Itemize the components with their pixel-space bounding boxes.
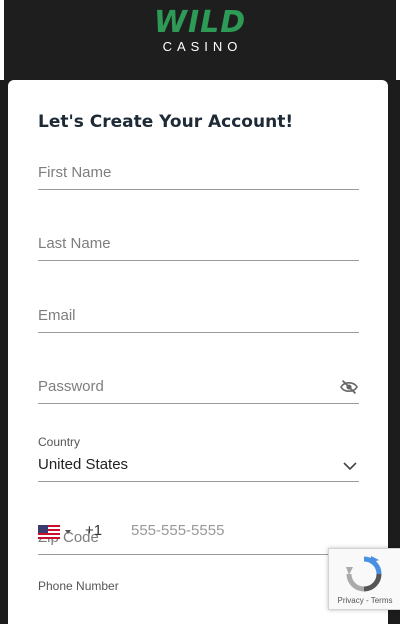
recaptcha-links: Privacy - Terms [329, 596, 400, 605]
recaptcha-terms-link[interactable]: Terms [371, 596, 393, 605]
recaptcha-separator: - [363, 596, 371, 605]
logo-wild-text: WILD [153, 5, 247, 40]
recaptcha-privacy-link[interactable]: Privacy [338, 596, 364, 605]
last-name-placeholder: Last Name [38, 235, 111, 252]
phone-placeholder[interactable]: 555-555-5555 [131, 522, 224, 539]
logo-casino-text: CASINO [162, 39, 243, 54]
email-field[interactable]: Email [38, 293, 359, 333]
password-placeholder: Password [38, 378, 104, 395]
phone-input-row[interactable]: +1 555-555-5555 [38, 520, 338, 544]
country-selected-value: United States [38, 456, 129, 473]
caret-down-icon[interactable] [65, 530, 71, 534]
recaptcha-icon [346, 556, 382, 592]
recaptcha-badge[interactable]: Privacy - Terms [328, 548, 400, 610]
phone-number-label: Phone Number [38, 579, 119, 593]
phone-country-code: +1 [85, 522, 103, 539]
last-name-field[interactable]: Last Name [38, 221, 359, 261]
email-placeholder: Email [38, 307, 76, 324]
form-title: Let's Create Your Account! [38, 112, 294, 132]
country-select[interactable]: United States [38, 442, 359, 482]
chevron-down-icon [343, 462, 357, 471]
first-name-placeholder: First Name [38, 164, 112, 181]
wild-casino-logo[interactable]: WILD CASINO [0, 8, 400, 54]
header-bar: WILD CASINO [0, 0, 400, 80]
eye-slash-icon[interactable] [339, 379, 359, 395]
first-name-field[interactable]: First Name [38, 150, 359, 190]
password-field[interactable]: Password [38, 364, 359, 404]
us-flag-icon[interactable] [38, 525, 60, 539]
